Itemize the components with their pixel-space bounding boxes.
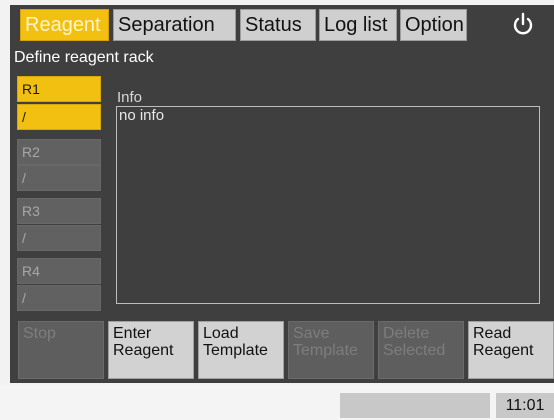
info-text: no info xyxy=(119,107,165,124)
rack-item-r3[interactable]: R3 xyxy=(17,198,101,224)
tab-status[interactable]: Status xyxy=(240,9,316,41)
main-screen: Reagent Separation Status Log list Optio… xyxy=(10,5,554,383)
app-window: Reagent Separation Status Log list Optio… xyxy=(0,0,554,420)
section-title: Define reagent rack xyxy=(14,49,154,66)
clock: 11:01 xyxy=(496,393,554,418)
tab-separation[interactable]: Separation xyxy=(113,9,236,41)
rack-item-r4[interactable]: R4 xyxy=(17,258,101,284)
enter-reagent-button[interactable]: Enter Reagent xyxy=(108,321,194,379)
status-indicator xyxy=(340,393,490,418)
load-template-button[interactable]: Load Template xyxy=(198,321,284,379)
rack-item-r4-value[interactable]: / xyxy=(17,285,101,311)
info-panel: no info xyxy=(116,106,540,304)
power-icon[interactable] xyxy=(510,11,536,39)
stop-button[interactable]: Stop xyxy=(18,321,104,379)
info-label: Info xyxy=(117,89,143,106)
tab-reagent[interactable]: Reagent xyxy=(20,9,109,41)
save-template-button[interactable]: Save Template xyxy=(288,321,374,379)
delete-selected-button[interactable]: Delete Selected xyxy=(378,321,464,379)
rack-item-r3-value[interactable]: / xyxy=(17,225,101,251)
rack-item-r2-value[interactable]: / xyxy=(17,165,101,191)
rack-item-r2[interactable]: R2 xyxy=(17,139,101,165)
read-reagent-button[interactable]: Read Reagent xyxy=(468,321,554,379)
rack-item-r1-value[interactable]: / xyxy=(17,104,101,130)
tab-option[interactable]: Option xyxy=(400,9,467,41)
rack-item-r1[interactable]: R1 xyxy=(17,76,101,102)
tab-log-list[interactable]: Log list xyxy=(319,9,397,41)
